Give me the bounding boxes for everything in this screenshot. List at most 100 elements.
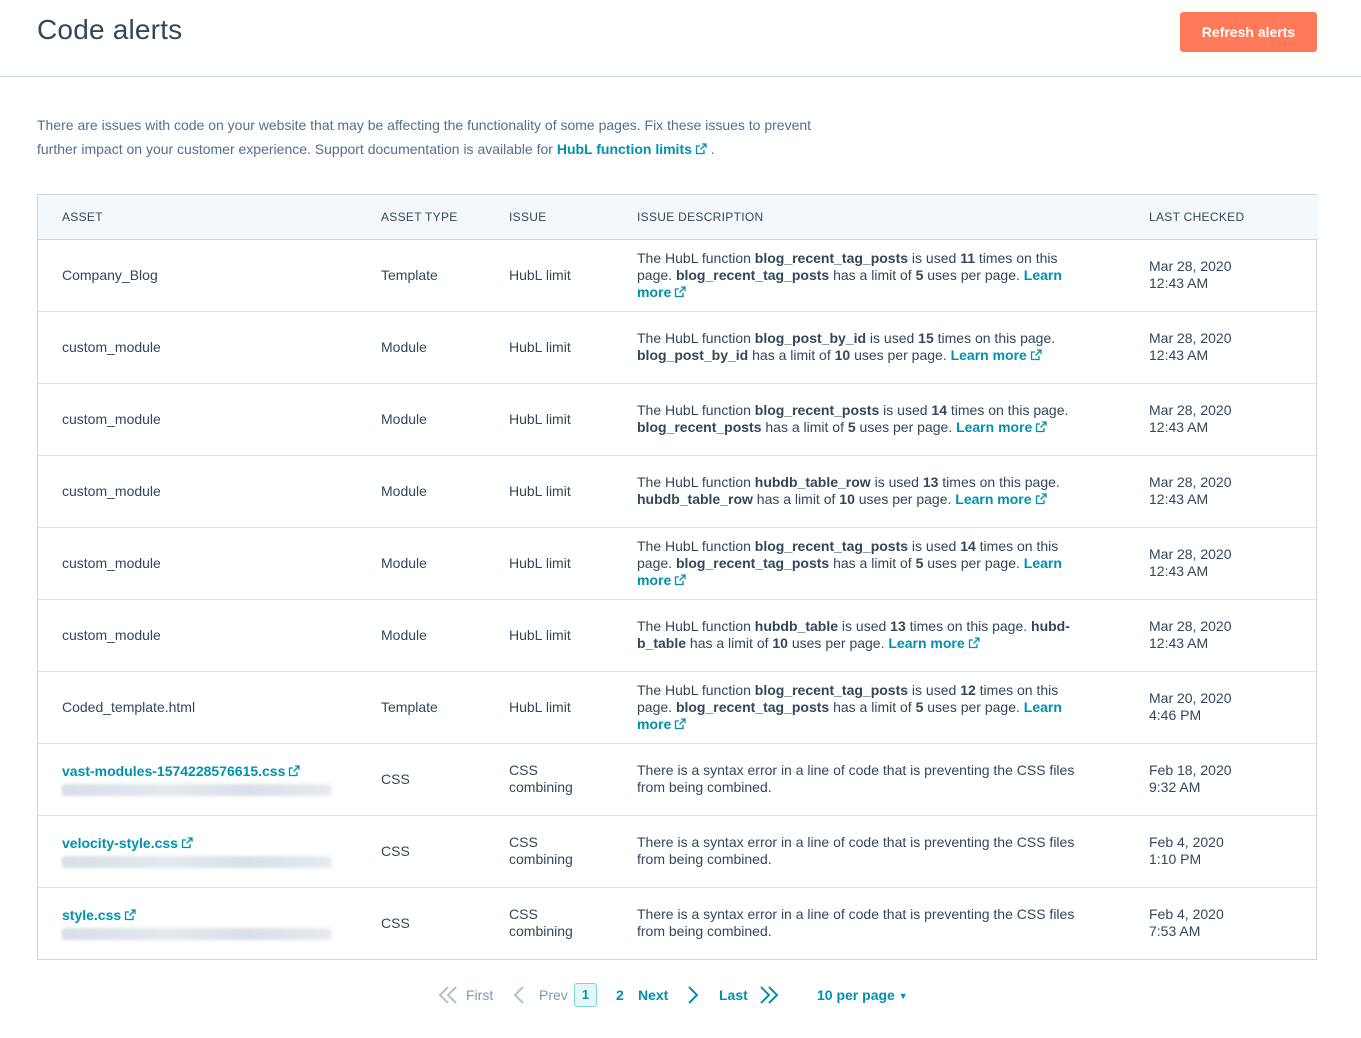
asset-cell: custom_module xyxy=(62,410,161,427)
asset-name: velocity-style.css xyxy=(62,834,178,851)
page-title: Code alerts xyxy=(37,14,183,45)
learn-more-link[interactable]: Learn more xyxy=(955,491,1047,507)
pagination: First Prev 1 2 Next Last 10 per page ▼ xyxy=(0,980,1361,1010)
page-2-button[interactable]: 2 xyxy=(616,980,624,1010)
function-name: blog_recent_tag_posts xyxy=(675,698,830,715)
asset-cell: vast-modules-1574228576615.css xyxy=(38,743,357,815)
table-row: custom_module Module HubL limit The HubL fu… xyxy=(38,527,1318,599)
last-checked-date: Mar 28, 2020 xyxy=(1149,402,1232,418)
issue-description-cell: The HubL function hubdb_table is used 13… xyxy=(637,618,1070,651)
asset-type-cell: Module xyxy=(381,626,427,643)
table-row: custom_module Module HubL limit The HubL fu… xyxy=(38,311,1318,383)
asset-cell: style.css xyxy=(38,887,357,959)
caret-down-icon: ▼ xyxy=(898,991,908,1001)
last-checked-date: Mar 28, 2020 xyxy=(1149,258,1232,274)
last-checked-time: 4:46 PM xyxy=(1149,707,1202,723)
asset-link[interactable]: vast-modules-1574228576615.css xyxy=(62,762,301,779)
function-name: hubdb_table_row xyxy=(637,491,753,507)
refresh-alerts-button[interactable]: Refresh alerts xyxy=(1180,12,1317,52)
double-chevron-right-icon[interactable] xyxy=(758,984,780,1014)
last-checked-date: Mar 28, 2020 xyxy=(1149,546,1232,562)
function-name: blog_recent_tag_posts xyxy=(675,266,830,283)
function-name: blog_recent_posts xyxy=(637,419,762,435)
external-link-icon xyxy=(674,717,686,730)
last-checked-time: 7:53 AM xyxy=(1149,923,1201,940)
column-header-issue[interactable]: ISSUE xyxy=(485,195,613,240)
last-checked-cell: Mar 28, 2020 12:43 AM xyxy=(1125,527,1318,599)
issue-cell: HubL limit xyxy=(509,554,571,571)
page-1-button[interactable]: 1 xyxy=(574,983,597,1007)
per-page-dropdown[interactable]: 10 per page ▼ xyxy=(817,980,908,1010)
asset-cell: custom_module xyxy=(62,626,161,643)
last-checked-date: Mar 28, 2020 xyxy=(1149,618,1232,634)
column-header-asset[interactable]: ASSET xyxy=(38,195,357,240)
asset-link[interactable]: velocity-style.css xyxy=(62,835,193,851)
external-link-icon xyxy=(968,637,980,649)
asset-url-redacted xyxy=(62,927,332,940)
asset-type-cell: Template xyxy=(381,266,438,283)
issue-description-cell: The HubL function blog_post_by_id is use… xyxy=(637,330,1056,363)
external-link-icon xyxy=(288,764,301,777)
learn-more-link[interactable]: Learn more xyxy=(951,347,1042,363)
learn-more-link[interactable]: Learn more xyxy=(888,635,980,651)
last-page-link[interactable]: Last xyxy=(719,980,748,1010)
function-name: hubdb_table_row xyxy=(754,474,871,490)
issue-description-cell: The HubL function blog_recent_tag_posts … xyxy=(637,681,1062,732)
intro-text-end: . xyxy=(706,141,715,157)
table-row: custom_module Module HubL limit The HubL fu… xyxy=(38,455,1318,527)
asset-link[interactable]: style.css xyxy=(62,907,136,923)
double-chevron-left-icon xyxy=(437,984,459,1014)
issue-cell: CSS combining xyxy=(509,906,573,940)
learn-more-link[interactable]: Learn more xyxy=(956,419,1047,435)
column-header-last-checked[interactable]: LAST CHECKED xyxy=(1125,195,1318,240)
last-checked-cell: Feb 4, 2020 1:10 PM xyxy=(1125,815,1318,887)
last-checked-time: 9:32 AM xyxy=(1149,779,1201,795)
function-name: hubd-b_table xyxy=(637,618,1070,651)
column-header-issue-description[interactable]: ISSUE DESCRIPTION xyxy=(613,195,1125,240)
issue-cell: HubL limit xyxy=(509,338,571,355)
last-checked-date: Feb 4, 2020 xyxy=(1149,906,1224,923)
use-limit: 5 xyxy=(915,698,924,715)
issue-cell: CSS combining xyxy=(509,762,573,795)
learn-more-label: Learn more xyxy=(955,491,1032,507)
page-header: Code alerts Refresh alerts xyxy=(0,0,1361,77)
last-checked-time: 12:43 AM xyxy=(1149,275,1209,291)
function-name: blog_recent_tag_posts xyxy=(754,249,909,266)
asset-url-redacted xyxy=(62,855,332,868)
hubl-function-limits-link[interactable]: HubL function limits xyxy=(557,141,707,157)
last-checked-date: Mar 20, 2020 xyxy=(1149,690,1232,706)
issue-cell: HubL limit xyxy=(509,626,571,643)
asset-cell: custom_module xyxy=(62,554,161,571)
last-checked-cell: Feb 4, 2020 7:53 AM xyxy=(1125,887,1318,959)
function-name: blog_recent_tag_posts xyxy=(675,554,830,571)
table-row: style.css CSS CSS combining There is a synt… xyxy=(38,887,1318,959)
last-checked-cell: Mar 20, 2020 4:46 PM xyxy=(1125,671,1318,743)
asset-cell: custom_module xyxy=(62,338,161,355)
asset-type-cell: CSS xyxy=(381,770,410,787)
times-used: 13 xyxy=(890,618,906,634)
function-name: blog_recent_tag_posts xyxy=(754,681,909,698)
prev-page-link[interactable]: Prev xyxy=(539,980,568,1010)
chevron-right-icon[interactable] xyxy=(686,984,700,1014)
last-checked-date: Feb 4, 2020 xyxy=(1149,834,1224,850)
intro-text: There are issues with code on your websi… xyxy=(37,113,847,161)
last-checked-date: Feb 18, 2020 xyxy=(1149,762,1232,778)
issue-description-cell: The HubL function blog_recent_posts is u… xyxy=(637,402,1069,435)
external-link-icon xyxy=(181,836,193,849)
table-header-row: ASSET ASSET TYPE ISSUE ISSUE DESCRIPTION… xyxy=(38,195,1318,240)
learn-more-label: Learn more xyxy=(888,635,965,651)
asset-name: vast-modules-1574228576615.css xyxy=(62,762,286,779)
last-checked-cell: Mar 28, 2020 12:43 AM xyxy=(1125,599,1318,671)
issue-description-cell: There is a syntax error in a line of cod… xyxy=(637,834,1075,867)
use-limit: 10 xyxy=(772,635,788,651)
next-page-link[interactable]: Next xyxy=(638,980,668,1010)
asset-cell: custom_module xyxy=(62,482,161,499)
times-used: 14 xyxy=(960,537,976,554)
asset-cell: velocity-style.css xyxy=(38,815,357,887)
first-page-link[interactable]: First xyxy=(466,980,493,1010)
last-checked-time: 12:43 AM xyxy=(1149,419,1209,435)
per-page-label: 10 per page xyxy=(817,987,895,1003)
table-row: vast-modules-1574228576615.css CSS CSS com… xyxy=(38,743,1318,815)
last-checked-time: 12:43 AM xyxy=(1149,635,1209,651)
column-header-asset-type[interactable]: ASSET TYPE xyxy=(357,195,485,240)
